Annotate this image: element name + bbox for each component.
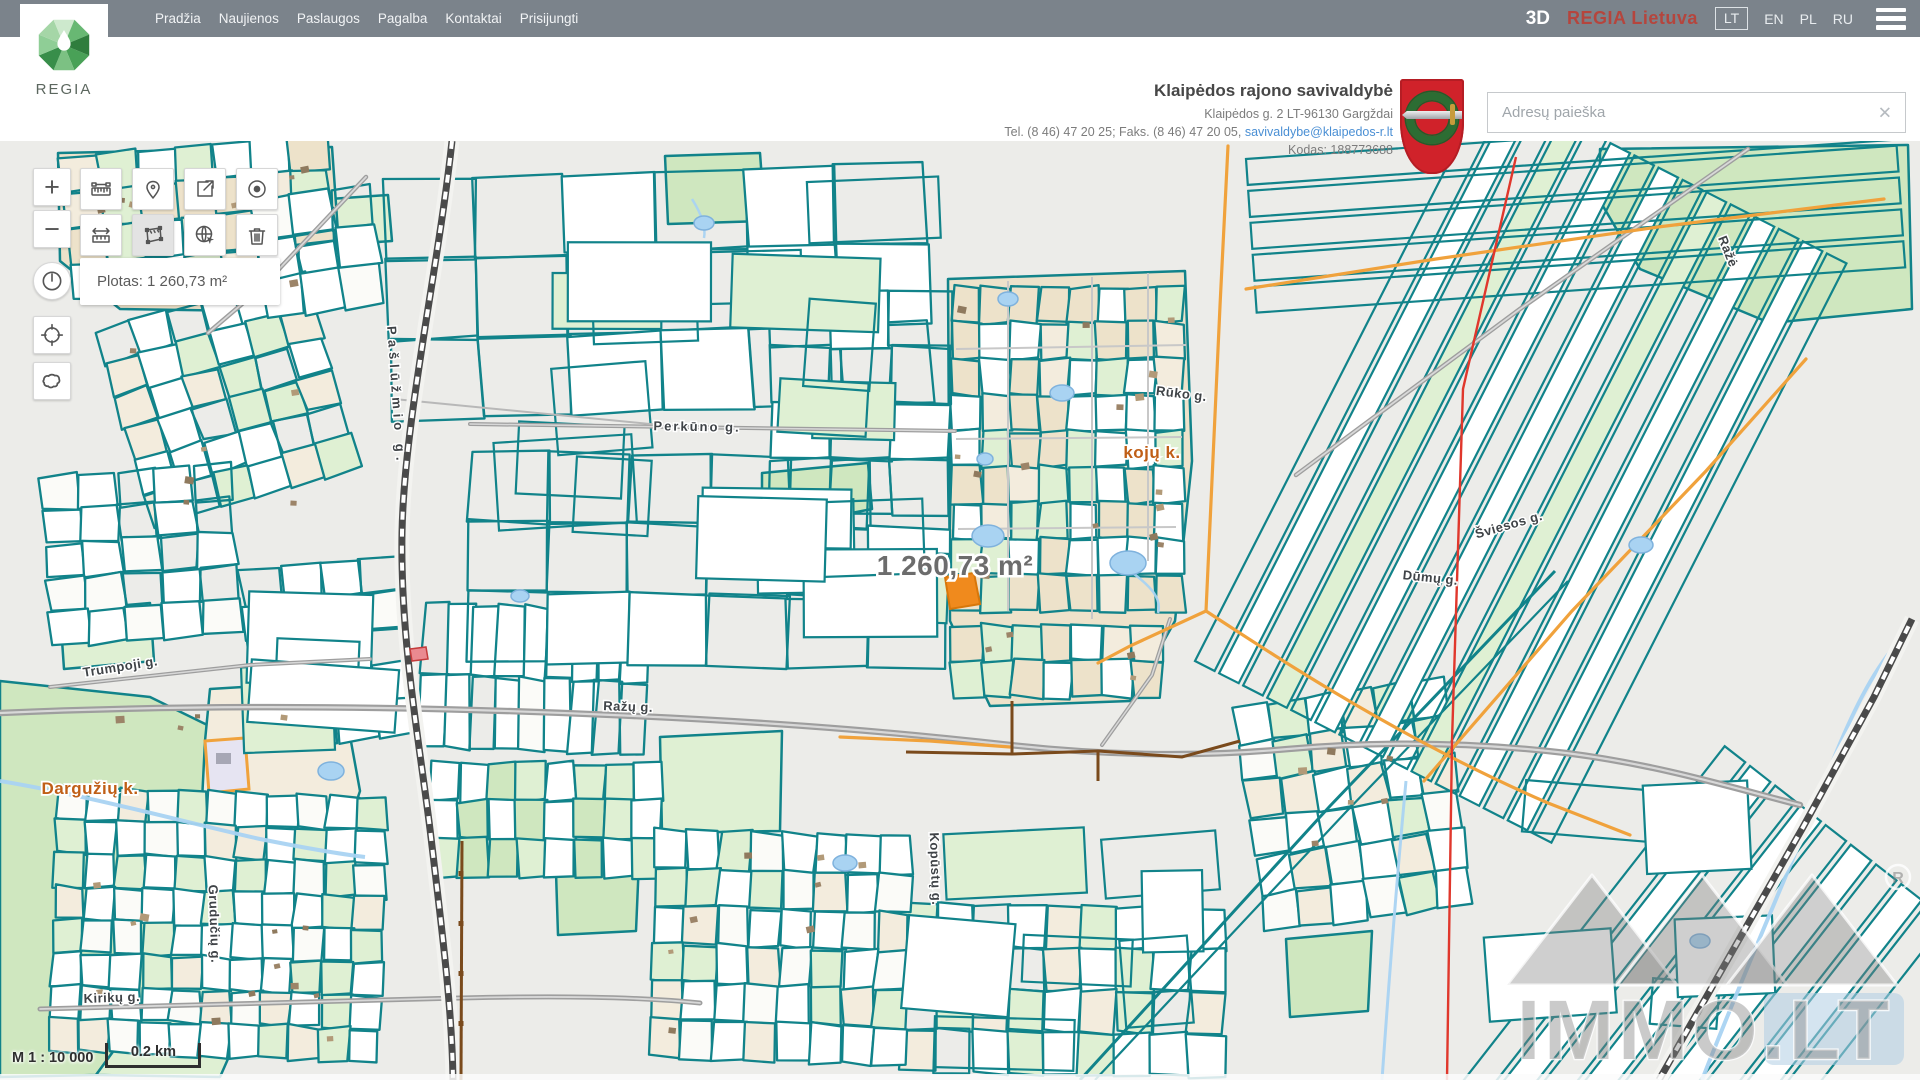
municipality-code: Kodas: 188773688	[1004, 142, 1393, 160]
map-scale: M 1 : 10 000 0.2 km	[12, 1043, 201, 1068]
municipality-email-link[interactable]: savivaldybe@klaipedos-r.lt	[1245, 125, 1393, 139]
ruler-icon	[89, 177, 113, 201]
municipality-address: Klaipėdos g. 2 LT-96130 Gargždai	[1004, 106, 1393, 124]
map-pin-icon	[141, 177, 165, 201]
view-3d-button[interactable]: 3D	[1526, 8, 1550, 30]
cadastral-map: Trumpoji g.Pašlūžmio g.Perkūno g.Ražų g.…	[0, 141, 1920, 1080]
history-time-button[interactable]	[33, 262, 71, 300]
regia-logo[interactable]: REGIA	[20, 4, 108, 128]
zoom-in-button[interactable]: +	[33, 168, 71, 206]
nav-item-pagalba[interactable]: Pagalba	[378, 11, 428, 26]
measure-tool-button[interactable]	[80, 168, 122, 210]
lithuania-outline-icon	[38, 367, 66, 395]
coat-of-arms	[1400, 79, 1464, 174]
map-label: Perkūno g.	[653, 418, 740, 435]
address-search: ✕	[1487, 92, 1906, 133]
add-marker-button[interactable]	[132, 168, 174, 210]
measure-distance-button[interactable]	[80, 214, 122, 256]
clock-icon	[39, 268, 65, 294]
measure-area-button[interactable]	[132, 214, 174, 256]
map-label: Dargužių k.	[41, 779, 138, 798]
map-label: kojų k.	[1123, 443, 1180, 462]
nav-item-paslaugos[interactable]: Paslaugos	[297, 11, 360, 26]
map-label: Kopūstų g.	[927, 832, 945, 905]
lang-pl[interactable]: PL	[1800, 11, 1817, 27]
language-switcher: LT EN PL RU	[1715, 7, 1853, 30]
municipality-title: Klaipėdos rajono savivaldybė	[1004, 81, 1393, 101]
nav-item-kontaktai[interactable]: Kontaktai	[445, 11, 501, 26]
lang-en[interactable]: EN	[1764, 11, 1783, 27]
scale-bar-label: 0.2 km	[131, 1044, 176, 1060]
area-icon	[141, 223, 165, 247]
record-point-button[interactable]	[236, 168, 278, 210]
main-menu: Pradžia Naujienos Paslaugos Pagalba Kontakta…	[155, 0, 578, 37]
toolbar-row-2	[80, 214, 278, 256]
share-export-button[interactable]	[184, 168, 226, 210]
zoom-out-button[interactable]: −	[33, 210, 71, 248]
nav-item-prisijungti[interactable]: Prisijungti	[520, 11, 579, 26]
area-result-panel: Plotas: 1 260,73 m²	[80, 258, 280, 305]
identify-on-map-button[interactable]	[184, 214, 226, 256]
clear-measurements-button[interactable]	[236, 214, 278, 256]
scale-ratio: M 1 : 10 000	[12, 1050, 93, 1066]
municipality-info: Klaipėdos rajono savivaldybė Klaipėdos g…	[1004, 81, 1393, 159]
close-icon[interactable]: ✕	[1878, 104, 1892, 121]
share-icon	[193, 177, 217, 201]
area-result-label: Plotas: 1 260,73 m²	[97, 273, 227, 290]
sword-guard-icon	[1450, 104, 1455, 125]
lang-ru[interactable]: RU	[1833, 11, 1853, 27]
municipality-phone: Tel. (8 46) 47 20 25; Faks. (8 46) 47 20…	[1004, 125, 1241, 139]
topbar-right-cluster: 3D REGIA Lietuva LT EN PL RU	[1526, 0, 1906, 37]
regia-lietuva-link[interactable]: REGIA Lietuva	[1567, 8, 1698, 29]
crosshair-icon	[39, 322, 65, 348]
my-location-button[interactable]	[33, 316, 71, 354]
top-navigation-bar: Pradžia Naujienos Paslaugos Pagalba Kontakta…	[0, 0, 1920, 37]
map-label: Ražų g.	[603, 698, 653, 715]
nav-item-naujienos[interactable]: Naujienos	[219, 11, 279, 26]
search-input[interactable]	[1488, 93, 1905, 132]
municipality-contacts: Tel. (8 46) 47 20 25; Faks. (8 46) 47 20…	[1004, 124, 1393, 142]
bottom-edge-strip	[0, 1074, 1920, 1080]
lang-lt[interactable]: LT	[1715, 7, 1748, 30]
map-canvas[interactable]: Trumpoji g.Pašlūžmio g.Perkūno g.Ražų g.…	[0, 141, 1920, 1080]
whole-country-button[interactable]	[33, 362, 71, 400]
globe-cursor-icon	[193, 223, 217, 247]
map-label: Grudučių g.	[206, 884, 224, 963]
nav-item-prad-ia[interactable]: Pradžia	[155, 11, 201, 26]
regia-gem-icon	[32, 13, 96, 77]
toolbar-row-1	[80, 168, 278, 210]
scale-bar: 0.2 km	[105, 1043, 201, 1068]
map-label: Kirikų g.	[83, 989, 140, 1006]
regia-logo-text: REGIA	[36, 81, 93, 98]
page-header: Klaipėdos rajono savivaldybė Klaipėdos g…	[0, 37, 1920, 141]
distance-icon	[89, 223, 113, 247]
hamburger-menu-icon[interactable]	[1876, 8, 1906, 30]
circle-dot-icon	[245, 177, 269, 201]
trash-icon	[245, 223, 269, 247]
map-label: 1 260,73 m²	[877, 550, 1034, 581]
